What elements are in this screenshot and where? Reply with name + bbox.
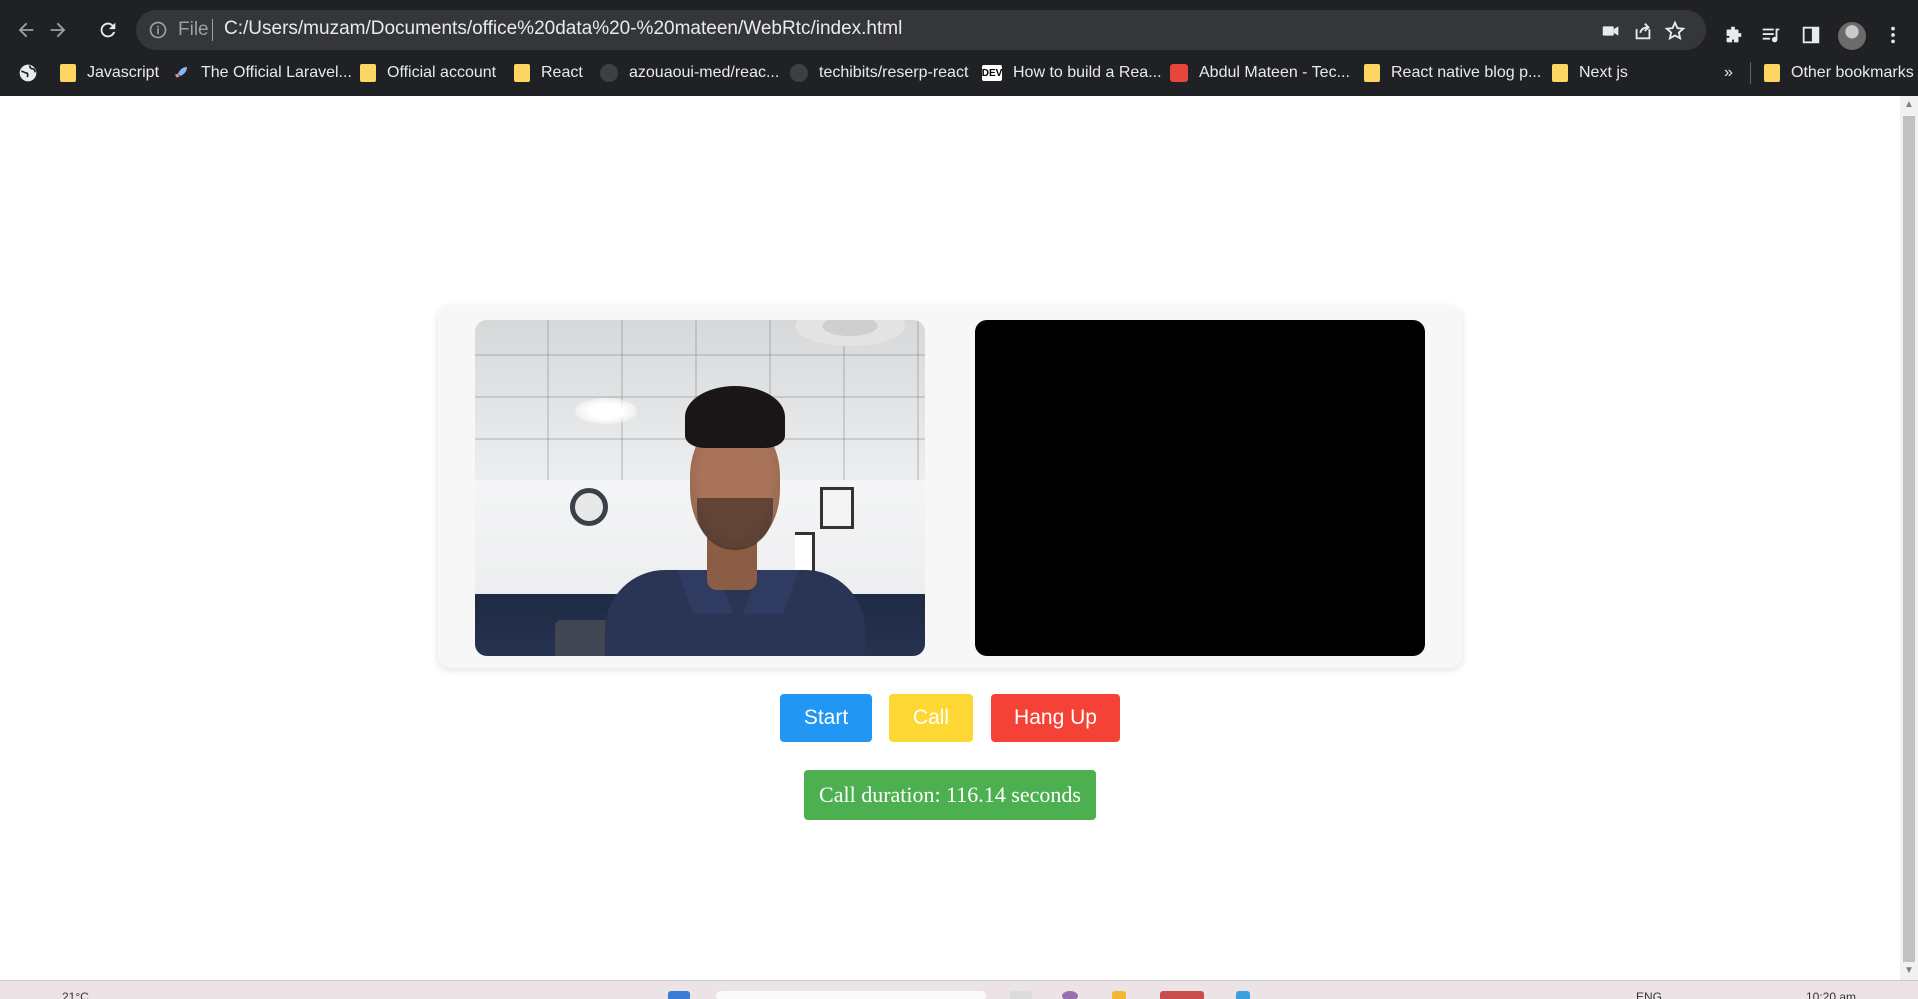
url-text[interactable]: C:/Users/muzam/Documents/office%20data%2…: [224, 18, 902, 40]
taskbar-app-icon[interactable]: [1062, 991, 1078, 999]
page-scrollbar[interactable]: ▲ ▼: [1900, 96, 1918, 980]
chevron-double-right-icon: »: [1724, 64, 1733, 81]
wall-frame: [820, 487, 854, 529]
browser-chrome: File C:/Users/muzam/Documents/office%20d…: [0, 0, 1918, 96]
language-indicator[interactable]: ENG: [1636, 990, 1662, 999]
dev-icon: DEV: [982, 65, 1002, 81]
start-menu-icon[interactable]: [668, 991, 690, 999]
folder-icon: [514, 64, 530, 82]
bookmark-label: Javascript: [87, 64, 160, 81]
call-button[interactable]: Call: [889, 694, 973, 742]
bookmark-item[interactable]: Abdul Mateen - Tec...: [1170, 60, 1350, 86]
remote-video: [975, 320, 1425, 656]
taskbar-app-icon[interactable]: [1236, 991, 1250, 999]
bookmark-label: Official account: [387, 64, 497, 81]
camera-icon[interactable]: [1600, 20, 1622, 42]
bookmark-label: React native blog p...: [1391, 64, 1542, 81]
globe-icon[interactable]: [18, 63, 38, 83]
bookmark-label: techibits/reserp-react: [819, 64, 969, 81]
hashnode-icon: [1170, 64, 1188, 82]
github-icon: [600, 64, 618, 82]
bookmarks-divider: [1750, 62, 1751, 84]
forward-button[interactable]: [44, 16, 72, 44]
hang-up-button[interactable]: Hang Up: [991, 694, 1120, 742]
arrow-right-icon: [50, 22, 66, 38]
bookmark-label: React: [541, 64, 583, 81]
wall-clock: [570, 488, 608, 526]
os-taskbar: 21°C ENG 10:20 am: [0, 980, 1918, 999]
local-video: [475, 320, 925, 656]
bookmark-label: Next js: [1579, 64, 1628, 81]
bookmark-item[interactable]: DEV How to build a Rea...: [982, 60, 1162, 86]
taskbar-app-icon[interactable]: [1010, 991, 1032, 999]
folder-icon: [1364, 64, 1380, 82]
chrome-taskbar-icon[interactable]: [1160, 991, 1204, 999]
bookmark-item[interactable]: The Official Laravel...: [172, 60, 352, 86]
search-box[interactable]: [716, 991, 986, 999]
url-scheme-label: File: [178, 19, 209, 40]
taskbar-app-icon[interactable]: [1112, 991, 1126, 999]
side-panel-icon[interactable]: [1800, 24, 1822, 46]
bookmark-item[interactable]: azouaoui-med/reac...: [600, 60, 779, 86]
weather-temp[interactable]: 21°C: [62, 990, 89, 999]
reload-icon: [100, 22, 116, 38]
scrollbar-thumb[interactable]: [1903, 116, 1915, 962]
info-icon[interactable]: [148, 20, 168, 40]
bookmark-label: The Official Laravel...: [201, 64, 352, 81]
address-bar[interactable]: File C:/Users/muzam/Documents/office%20d…: [136, 10, 1706, 50]
person-hair: [685, 386, 785, 448]
folder-icon: [1764, 64, 1780, 82]
call-duration-badge: Call duration: 116.14 seconds: [804, 770, 1096, 820]
other-bookmarks-button[interactable]: Other bookmarks: [1764, 60, 1914, 86]
folder-icon: [1552, 64, 1568, 82]
browser-toolbar: File C:/Users/muzam/Documents/office%20d…: [0, 8, 1918, 50]
bookmark-label: Abdul Mateen - Tec...: [1199, 64, 1350, 81]
scroll-down-icon[interactable]: ▼: [1904, 966, 1914, 976]
system-clock[interactable]: 10:20 am: [1806, 990, 1856, 999]
back-button[interactable]: [12, 16, 40, 44]
folder-icon: [360, 64, 376, 82]
bookmark-item[interactable]: techibits/reserp-react: [790, 60, 968, 86]
video-container: [438, 306, 1462, 668]
bookmarks-overflow-button[interactable]: »: [1724, 60, 1733, 86]
scroll-up-icon[interactable]: ▲: [1904, 100, 1914, 110]
url-separator: [212, 19, 213, 41]
menu-kebab-icon[interactable]: [1882, 24, 1904, 46]
start-button[interactable]: Start: [780, 694, 872, 742]
rocket-icon: [175, 67, 187, 78]
media-controls-icon[interactable]: [1760, 24, 1782, 46]
bookmark-item[interactable]: Javascript: [60, 60, 159, 86]
profile-avatar[interactable]: [1838, 22, 1866, 50]
bookmark-item[interactable]: Official account: [360, 60, 496, 86]
bookmark-label: azouaoui-med/reac...: [629, 64, 780, 81]
page-content: Start Call Hang Up Call duration: 116.14…: [0, 96, 1900, 980]
bookmark-item[interactable]: React: [514, 60, 583, 86]
github-icon: [790, 64, 808, 82]
reload-button[interactable]: [94, 16, 122, 44]
bookmark-item[interactable]: React native blog p...: [1364, 60, 1541, 86]
bookmark-item[interactable]: Next js: [1552, 60, 1628, 86]
bookmarks-bar: Javascript The Official Laravel... Offic…: [0, 58, 1918, 88]
bookmark-label: How to build a Rea...: [1013, 64, 1162, 81]
share-icon[interactable]: [1632, 20, 1654, 42]
ceiling-light: [575, 398, 637, 424]
extensions-icon[interactable]: [1722, 24, 1744, 46]
star-icon[interactable]: [1664, 20, 1686, 42]
other-bookmarks-label: Other bookmarks: [1791, 64, 1914, 81]
arrow-left-icon: [18, 22, 34, 38]
folder-icon: [60, 64, 76, 82]
call-controls: Start Call Hang Up: [0, 694, 1900, 742]
